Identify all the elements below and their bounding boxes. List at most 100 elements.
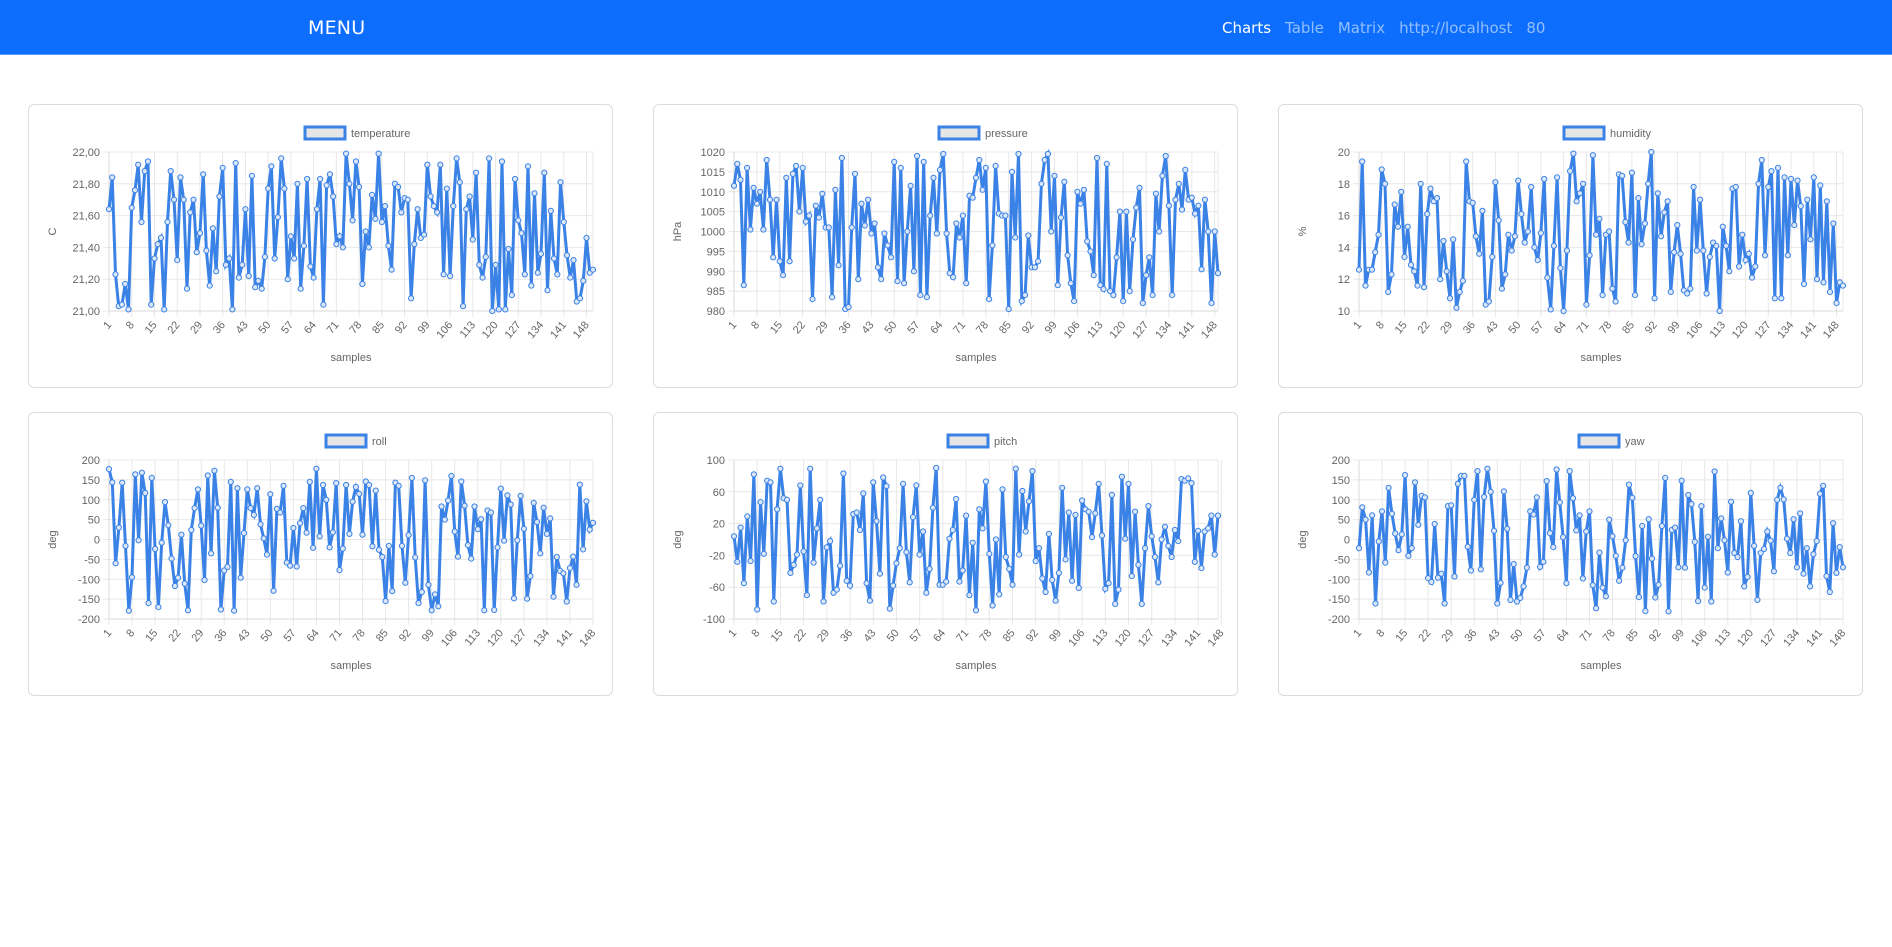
data-point[interactable] — [1751, 542, 1758, 549]
data-point[interactable] — [817, 496, 824, 503]
data-point[interactable] — [474, 526, 481, 533]
data-point[interactable] — [891, 158, 898, 166]
data-point[interactable] — [1807, 236, 1814, 243]
data-point[interactable] — [209, 225, 216, 232]
data-point[interactable] — [829, 294, 836, 301]
data-point[interactable] — [1149, 292, 1156, 299]
data-point[interactable] — [959, 567, 966, 574]
data-point[interactable] — [1143, 272, 1150, 279]
data-point[interactable] — [1492, 179, 1499, 186]
data-point[interactable] — [1049, 576, 1056, 584]
data-point[interactable] — [190, 196, 197, 203]
data-point[interactable] — [1016, 551, 1023, 558]
data-point[interactable] — [479, 274, 486, 281]
data-point[interactable] — [1781, 174, 1788, 181]
data-point[interactable] — [1546, 530, 1554, 537]
data-point[interactable] — [1022, 292, 1029, 299]
data-point[interactable] — [1675, 564, 1682, 571]
data-point[interactable] — [385, 542, 392, 549]
data-point[interactable] — [923, 589, 930, 596]
data-point[interactable] — [252, 284, 259, 291]
data-point[interactable] — [1148, 533, 1155, 540]
data-point[interactable] — [1489, 253, 1496, 260]
data-point[interactable] — [1171, 526, 1179, 534]
data-point[interactable] — [1372, 249, 1379, 256]
data-point[interactable] — [1461, 472, 1468, 480]
data-point[interactable] — [388, 266, 395, 273]
data-point[interactable] — [1693, 247, 1700, 254]
data-point[interactable] — [1505, 231, 1512, 238]
data-point[interactable] — [291, 255, 298, 262]
data-point[interactable] — [1780, 496, 1787, 503]
data-point[interactable] — [1677, 250, 1684, 257]
data-point[interactable] — [1065, 509, 1072, 516]
data-point[interactable] — [498, 158, 506, 165]
data-point[interactable] — [856, 526, 864, 534]
data-point[interactable] — [528, 282, 535, 289]
data-point[interactable] — [1084, 238, 1091, 245]
data-point[interactable] — [349, 217, 356, 224]
data-point[interactable] — [154, 241, 161, 248]
nav-link-matrix[interactable]: Matrix — [1338, 19, 1385, 37]
data-point[interactable] — [352, 158, 359, 165]
data-point[interactable] — [1165, 202, 1173, 209]
data-point[interactable] — [1440, 237, 1447, 245]
data-point[interactable] — [296, 520, 304, 527]
data-point[interactable] — [326, 544, 333, 551]
data-point[interactable] — [1188, 480, 1195, 487]
data-point[interactable] — [845, 303, 852, 311]
data-point[interactable] — [237, 574, 244, 581]
data-point[interactable] — [375, 150, 382, 157]
data-point[interactable] — [893, 560, 900, 567]
data-point[interactable] — [1205, 525, 1212, 532]
data-point[interactable] — [382, 598, 389, 605]
data-point[interactable] — [1534, 257, 1541, 264]
data-point[interactable] — [747, 226, 754, 233]
data-point[interactable] — [1146, 254, 1153, 261]
data-point[interactable] — [1648, 555, 1656, 562]
data-point[interactable] — [1126, 288, 1133, 295]
data-point[interactable] — [1586, 252, 1593, 259]
data-point[interactable] — [524, 595, 531, 602]
data-point[interactable] — [1560, 534, 1567, 541]
data-point[interactable] — [589, 519, 597, 526]
data-point[interactable] — [440, 271, 447, 278]
data-point[interactable] — [300, 242, 307, 249]
data-point[interactable] — [887, 254, 895, 261]
data-point[interactable] — [1726, 268, 1733, 275]
data-point[interactable] — [866, 597, 873, 604]
data-point[interactable] — [508, 292, 515, 299]
data-point[interactable] — [880, 474, 887, 481]
data-point[interactable] — [1521, 239, 1528, 246]
data-point[interactable] — [1052, 597, 1059, 604]
data-point[interactable] — [1556, 499, 1563, 506]
data-point[interactable] — [876, 570, 883, 577]
data-point[interactable] — [148, 474, 155, 482]
data-point[interactable] — [518, 230, 525, 237]
data-point[interactable] — [1765, 183, 1772, 191]
data-point[interactable] — [786, 258, 793, 265]
data-point[interactable] — [1774, 164, 1782, 172]
data-point[interactable] — [1550, 242, 1557, 249]
data-point[interactable] — [992, 162, 999, 170]
data-point[interactable] — [1012, 465, 1019, 472]
data-point[interactable] — [1135, 561, 1142, 568]
data-point[interactable] — [468, 555, 475, 562]
data-point[interactable] — [323, 182, 330, 189]
data-point[interactable] — [843, 577, 850, 584]
data-point[interactable] — [430, 203, 437, 210]
data-point[interactable] — [874, 264, 881, 271]
data-point[interactable] — [537, 550, 544, 557]
data-point[interactable] — [734, 558, 741, 565]
data-point[interactable] — [1589, 152, 1596, 159]
data-point[interactable] — [234, 485, 241, 492]
data-point[interactable] — [827, 538, 834, 545]
data-point[interactable] — [1072, 511, 1079, 519]
data-point[interactable] — [1079, 497, 1086, 504]
data-point[interactable] — [1567, 168, 1574, 175]
data-point[interactable] — [1087, 248, 1094, 255]
data-point[interactable] — [1793, 564, 1801, 571]
data-point[interactable] — [1362, 516, 1369, 523]
data-point[interactable] — [1778, 295, 1785, 302]
data-point[interactable] — [1687, 285, 1694, 292]
